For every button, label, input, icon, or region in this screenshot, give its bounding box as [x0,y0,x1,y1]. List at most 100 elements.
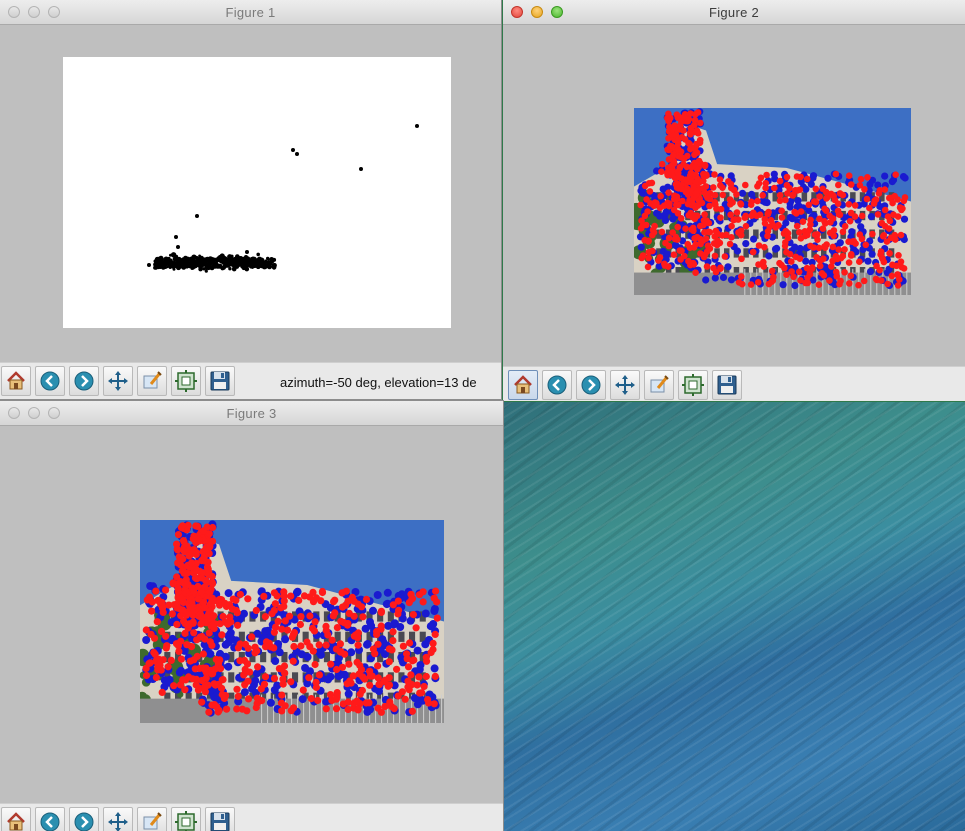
keypoint-marker-blue [383,588,392,597]
zoom-button[interactable] [137,366,167,396]
home-button[interactable] [1,366,31,396]
keypoint-marker-red [658,168,665,175]
pan-button[interactable] [103,366,133,396]
keypoint-marker-blue [779,281,787,289]
keypoint-marker-red [322,622,330,630]
keypoint-marker-red [895,252,902,259]
keypoint-marker-red [781,242,789,250]
scatter-point [245,250,249,254]
save-button[interactable] [205,807,235,831]
forward-button[interactable] [69,807,99,831]
keypoint-marker-red [856,258,863,265]
window-opening [743,248,749,258]
keypoint-marker-red [353,658,361,666]
keypoint-marker-red [783,271,790,278]
home-icon [5,370,27,392]
scatter-point [159,262,163,266]
image-with-keypoints-axes[interactable] [140,520,444,723]
keypoint-marker-red [775,221,782,229]
forward-button[interactable] [576,370,606,400]
keypoint-marker-red [277,665,286,673]
scatter-point [256,252,260,257]
keypoint-marker-red [826,277,833,284]
figure2-titlebar[interactable]: Figure 2 [503,0,965,25]
figure1-titlebar[interactable]: Figure 1 [0,0,501,25]
keypoint-marker-red [332,705,341,713]
keypoint-marker-red [410,656,418,664]
figure3-titlebar[interactable]: Figure 3 [0,401,503,426]
figure2-window[interactable]: Figure 2 [503,0,965,401]
keypoint-marker-red [821,218,828,225]
save-button[interactable] [712,370,742,400]
keypoint-marker-red [696,139,704,146]
figure3-window[interactable]: Figure 3 [0,401,503,831]
save-button[interactable] [205,366,235,396]
keypoint-marker-red [876,266,883,274]
figure3-toolbar [0,803,503,831]
3d-scatter-plot[interactable] [63,57,451,328]
keypoint-marker-blue [733,247,742,255]
keypoint-marker-red [737,200,744,207]
keypoint-marker-red [639,252,647,259]
image-with-keypoints-axes[interactable] [634,108,911,295]
subplots-button[interactable] [171,366,201,396]
keypoint-marker-red [836,190,844,197]
keypoint-marker-blue [866,268,875,276]
zoom-button[interactable] [137,807,167,831]
3d-scatter-axes[interactable] [63,57,451,328]
keypoint-marker-red [164,663,172,671]
figure1-window[interactable]: Figure 1 azimuth=-50 deg, elevation=13 d… [0,0,501,399]
keypoint-marker-red [224,620,232,628]
keypoint-marker-blue [868,250,876,258]
zoom-button[interactable] [644,370,674,400]
home-button[interactable] [1,807,31,831]
keypoint-marker-red [331,596,339,604]
keypoint-marker-red [671,192,678,199]
keypoint-marker-red [701,162,709,170]
keypoint-marker-red [816,193,823,200]
keypoint-marker-red [152,673,160,682]
keypoint-marker-red [209,523,217,532]
forward-button[interactable] [69,366,99,396]
keypoint-marker-blue [226,628,235,637]
keypoint-marker-red [845,172,853,179]
subplots-button[interactable] [171,807,201,831]
keypoint-marker-red [821,243,828,250]
back-button[interactable] [35,807,65,831]
keypoint-marker-red [395,606,403,614]
keypoint-marker-red [730,186,738,194]
keypoint-marker-red [695,197,703,204]
keypoint-marker-blue [748,190,756,198]
scatter-point [174,235,178,239]
keypoint-marker-red [366,672,374,680]
back-button[interactable] [35,366,65,396]
forward-arrow-icon [73,370,95,392]
keypoint-marker-red [371,650,379,658]
keypoint-marker-red [385,681,394,689]
keypoint-marker-red [778,261,785,269]
pan-button[interactable] [610,370,640,400]
keypoint-marker-red [306,612,314,620]
keypoint-marker-red [404,663,413,671]
keypoint-marker-blue [248,684,257,693]
keypoint-marker-red [706,245,714,252]
pan-button[interactable] [103,807,133,831]
keypoint-marker-red [896,204,904,211]
keypoint-marker-red [309,647,317,655]
scatter-point [267,261,271,265]
keypoint-marker-red [669,125,676,133]
scatter-point [214,261,218,265]
scatter-point [255,258,259,261]
keypoint-marker-red [409,611,417,619]
home-button[interactable] [508,370,538,400]
keypoint-marker-red [678,154,685,161]
keypoint-marker-red [791,208,798,216]
keypoint-marker-red [763,171,770,179]
subplots-button[interactable] [678,370,708,400]
keypoint-marker-red [694,187,702,195]
keypoint-marker-blue [848,228,856,236]
keypoint-marker-red [201,683,209,691]
scatter-point [207,266,211,270]
back-button[interactable] [542,370,572,400]
keypoint-marker-red [254,663,262,671]
